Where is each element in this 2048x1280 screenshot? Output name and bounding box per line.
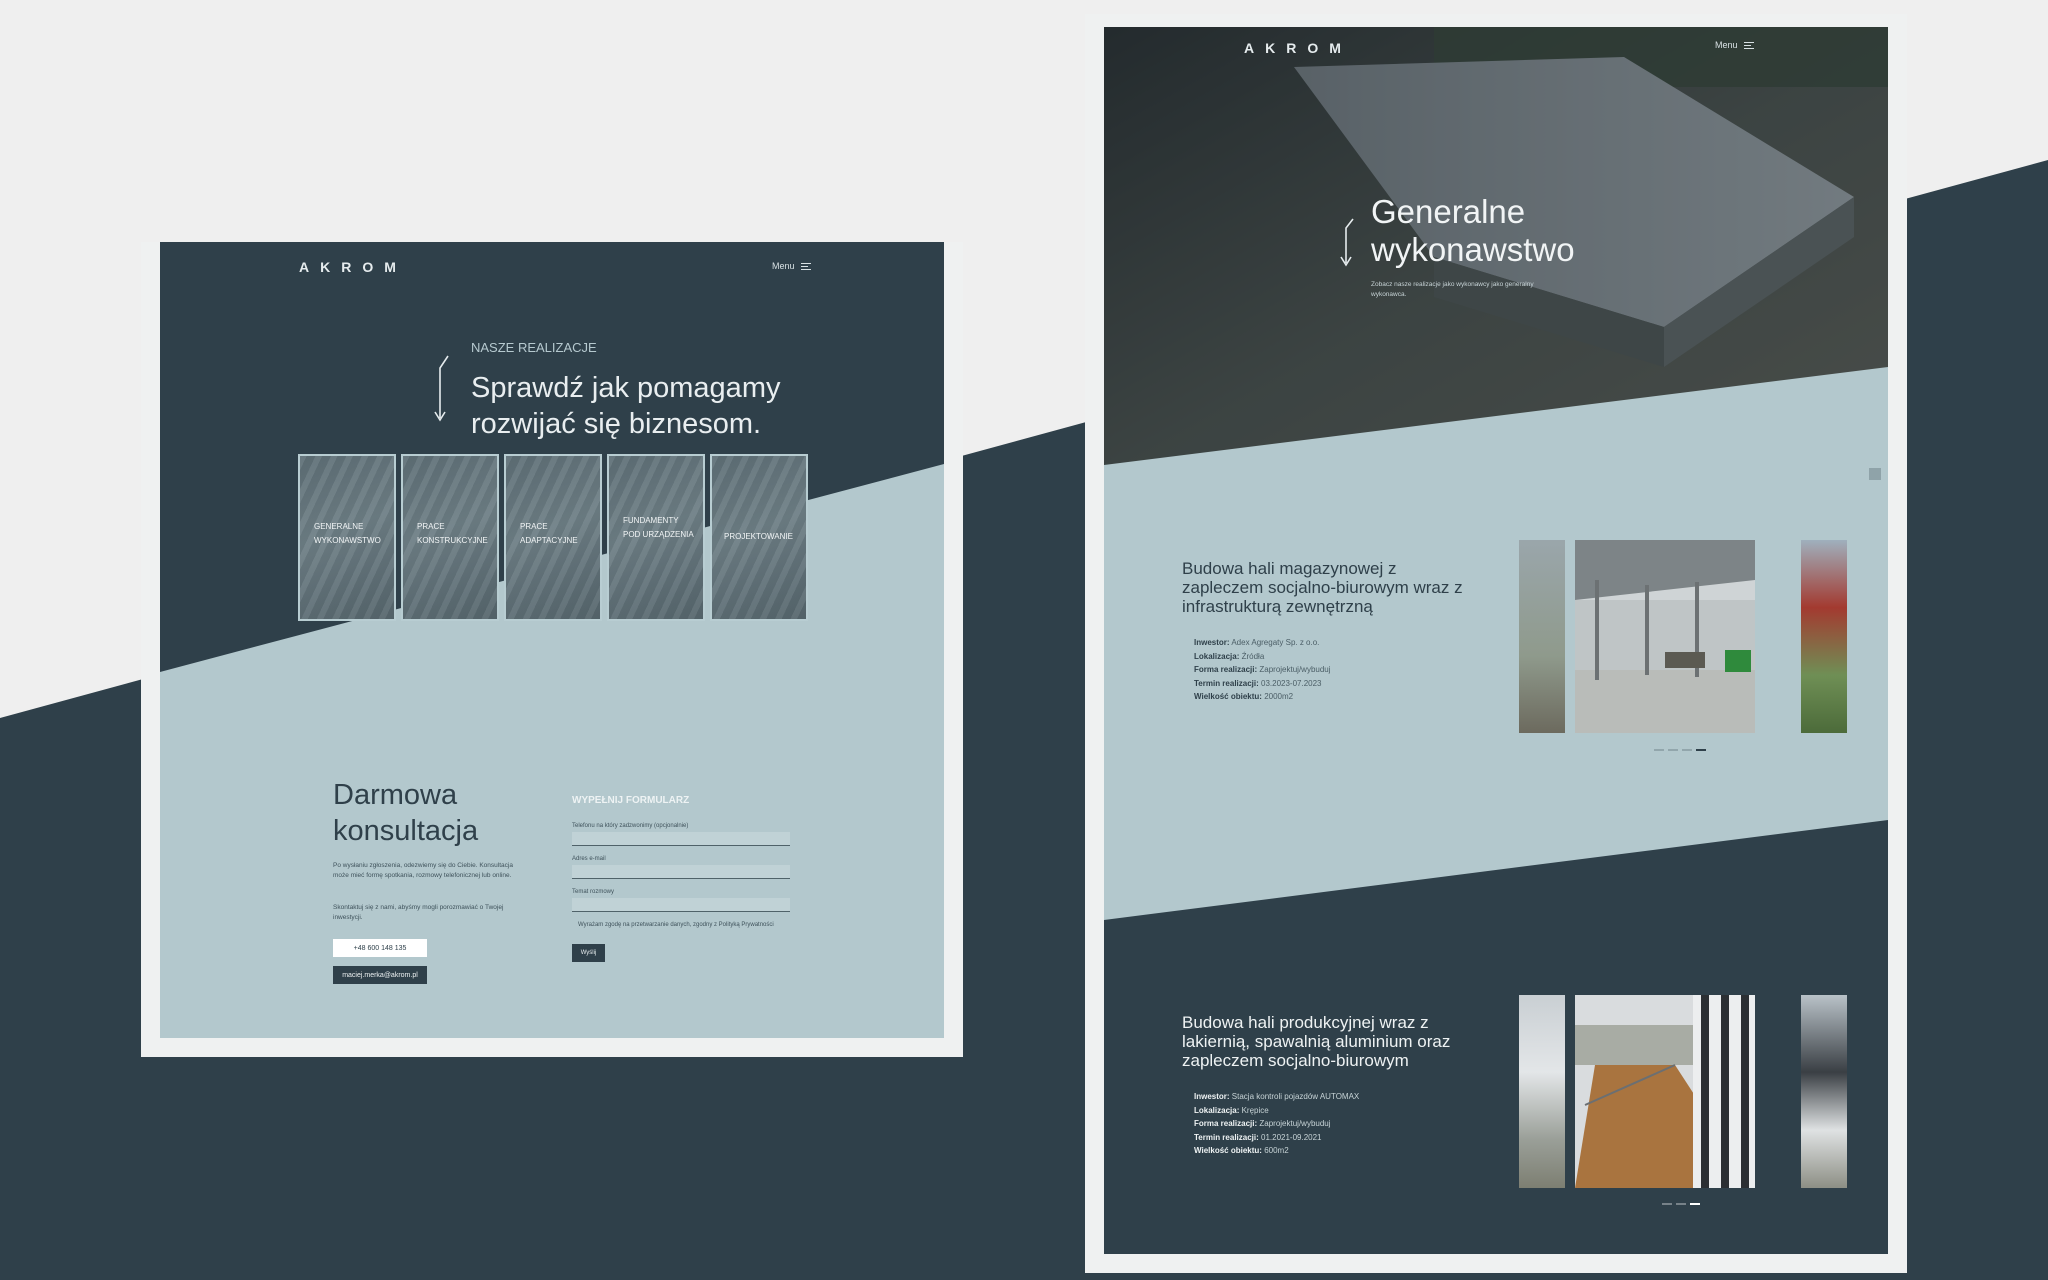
brand-logo-text: AKROM <box>1244 40 1352 56</box>
phone-field-label: Telefonu na który zadzwonimy (opcjonalni… <box>572 823 689 829</box>
gallery-thumbnail-prev[interactable] <box>1519 995 1565 1188</box>
consultation-title: Darmowa konsultacja <box>333 779 479 847</box>
pagination-dot[interactable] <box>1668 749 1678 751</box>
detail-investor: Inwestor: Stacja kontroli pojazdów AUTOM… <box>1194 1092 1360 1101</box>
left-page-light-section <box>160 464 944 1038</box>
gallery-pagination <box>1662 1203 1700 1205</box>
project-details: Inwestor: Stacja kontroli pojazdów AUTOM… <box>1194 1090 1359 1158</box>
scroll-indicator[interactable] <box>1869 468 1881 480</box>
hamburger-icon <box>1743 41 1754 49</box>
right-page-screenshot: AKROM Menu Generalne wykonawstwo Zobacz … <box>1104 27 1888 1254</box>
hamburger-icon <box>800 262 811 270</box>
arrow-down-icon <box>434 355 449 422</box>
menu-button[interactable]: Menu <box>772 261 811 271</box>
project-title: Budowa hali produkcyjnej wraz z lakierni… <box>1182 1013 1451 1070</box>
form-title: WYPEŁNIJ FORMULARZ <box>572 795 690 806</box>
menu-button[interactable]: Menu <box>1715 40 1754 50</box>
email-button[interactable]: maciej.merka@akrom.pl <box>333 966 427 984</box>
tile-label: PROJEKTOWANIE <box>724 532 793 541</box>
pagination-dot-active[interactable] <box>1690 1203 1700 1205</box>
portfolio-presentation: AKROM Menu NASZE REALIZACJE Sprawdź jak … <box>0 0 2048 1280</box>
tile-label: GENERALNE WYKONAWSTWO <box>314 522 381 545</box>
arrow-down-icon <box>1340 218 1354 267</box>
warehouse-interior-photo <box>1575 540 1755 733</box>
service-tile-adaptacyjne[interactable]: PRACE ADAPTACYJNE <box>504 454 602 621</box>
menu-label: Menu <box>1715 40 1738 50</box>
service-tile-fundamenty[interactable]: FUNDAMENTY POD URZĄDZENIA <box>607 454 705 621</box>
gallery-thumbnail-next[interactable] <box>1801 995 1847 1188</box>
phone-field[interactable] <box>572 832 790 846</box>
detail-size: Wielkość obiektu: 600m2 <box>1194 1146 1289 1155</box>
pagination-dot[interactable] <box>1682 749 1692 751</box>
detail-location: Lokalizacja: Krępice <box>1194 1105 1269 1115</box>
menu-label: Menu <box>772 261 795 271</box>
email-field-label: Adres e-mail <box>572 856 606 862</box>
brand-logo[interactable]: AKROM <box>1244 33 1352 63</box>
left-page-screenshot: AKROM Menu NASZE REALIZACJE Sprawdź jak … <box>160 242 944 1038</box>
hero-title: Generalne wykonawstwo <box>1371 193 1575 268</box>
gallery-thumbnail-prev[interactable] <box>1519 540 1565 733</box>
send-button[interactable]: Wyślij <box>572 944 605 962</box>
detail-investor: Inwestor: Adex Agregaty Sp. z o.o. <box>1194 638 1320 647</box>
detail-form: Forma realizacji: Zaprojektuj/wybuduj <box>1194 1119 1331 1128</box>
service-tile-konstrukcyjne[interactable]: PRACE KONSTRUKCYJNE <box>401 454 499 621</box>
detail-term: Termin realizacji: 03.2023-07.2023 <box>1194 678 1322 688</box>
consent-checkbox-label[interactable]: Wyrażam zgodę na przetwarzanie danych, z… <box>578 921 778 930</box>
detail-size: Wielkość obiektu: 2000m2 <box>1194 692 1294 701</box>
pagination-dot[interactable] <box>1676 1203 1686 1205</box>
tile-label: PRACE KONSTRUKCYJNE <box>417 522 488 545</box>
gallery-main-photo[interactable] <box>1575 995 1755 1188</box>
service-tile-generalne[interactable]: GENERALNE WYKONAWSTWO <box>298 454 396 621</box>
gallery-main-photo[interactable] <box>1575 540 1755 733</box>
brand-logo[interactable]: AKROM <box>299 252 407 282</box>
service-tile-projektowanie[interactable]: PROJEKTOWANIE <box>710 454 808 621</box>
detail-location: Lokalizacja: Źródła <box>1194 651 1265 661</box>
email-field[interactable] <box>572 865 790 879</box>
wooden-walkway-photo <box>1575 995 1755 1188</box>
pagination-dot-active[interactable] <box>1696 749 1706 751</box>
topic-field-label: Temat rozmowy <box>572 889 615 895</box>
phone-button[interactable]: +48 600 148 135 <box>333 939 427 957</box>
project-details: Inwestor: Adex Agregaty Sp. z o.o. Lokal… <box>1194 636 1331 704</box>
hero-subtitle: Zobacz nasze realizacje jako wykonawcy j… <box>1371 281 1534 298</box>
topic-field[interactable] <box>572 898 790 912</box>
brand-logo-text: AKROM <box>299 259 407 275</box>
tile-label: PRACE ADAPTACYJNE <box>520 522 578 545</box>
pagination-dot[interactable] <box>1662 1203 1672 1205</box>
service-tiles: GENERALNE WYKONAWSTWO PRACE KONSTRUKCYJN… <box>298 454 808 621</box>
tile-label: FUNDAMENTY POD URZĄDZENIA <box>623 516 694 539</box>
consultation-contact-text: Skontaktuj się z nami, abyśmy mogli poro… <box>333 904 504 921</box>
project-title: Budowa hali magazynowej z zapleczem socj… <box>1182 559 1463 616</box>
consultation-text: Po wysłaniu zgłoszenia, odezwiemy się do… <box>333 862 513 879</box>
gallery-thumbnail-next[interactable] <box>1801 540 1847 733</box>
detail-term: Termin realizacji: 01.2021-09.2021 <box>1194 1132 1322 1142</box>
section-eyebrow: NASZE REALIZACJE <box>471 340 597 355</box>
pagination-dot[interactable] <box>1654 749 1664 751</box>
page-title: Sprawdź jak pomagamy rozwijać się biznes… <box>471 372 781 440</box>
detail-form: Forma realizacji: Zaprojektuj/wybuduj <box>1194 665 1331 674</box>
gallery-pagination <box>1654 749 1706 751</box>
